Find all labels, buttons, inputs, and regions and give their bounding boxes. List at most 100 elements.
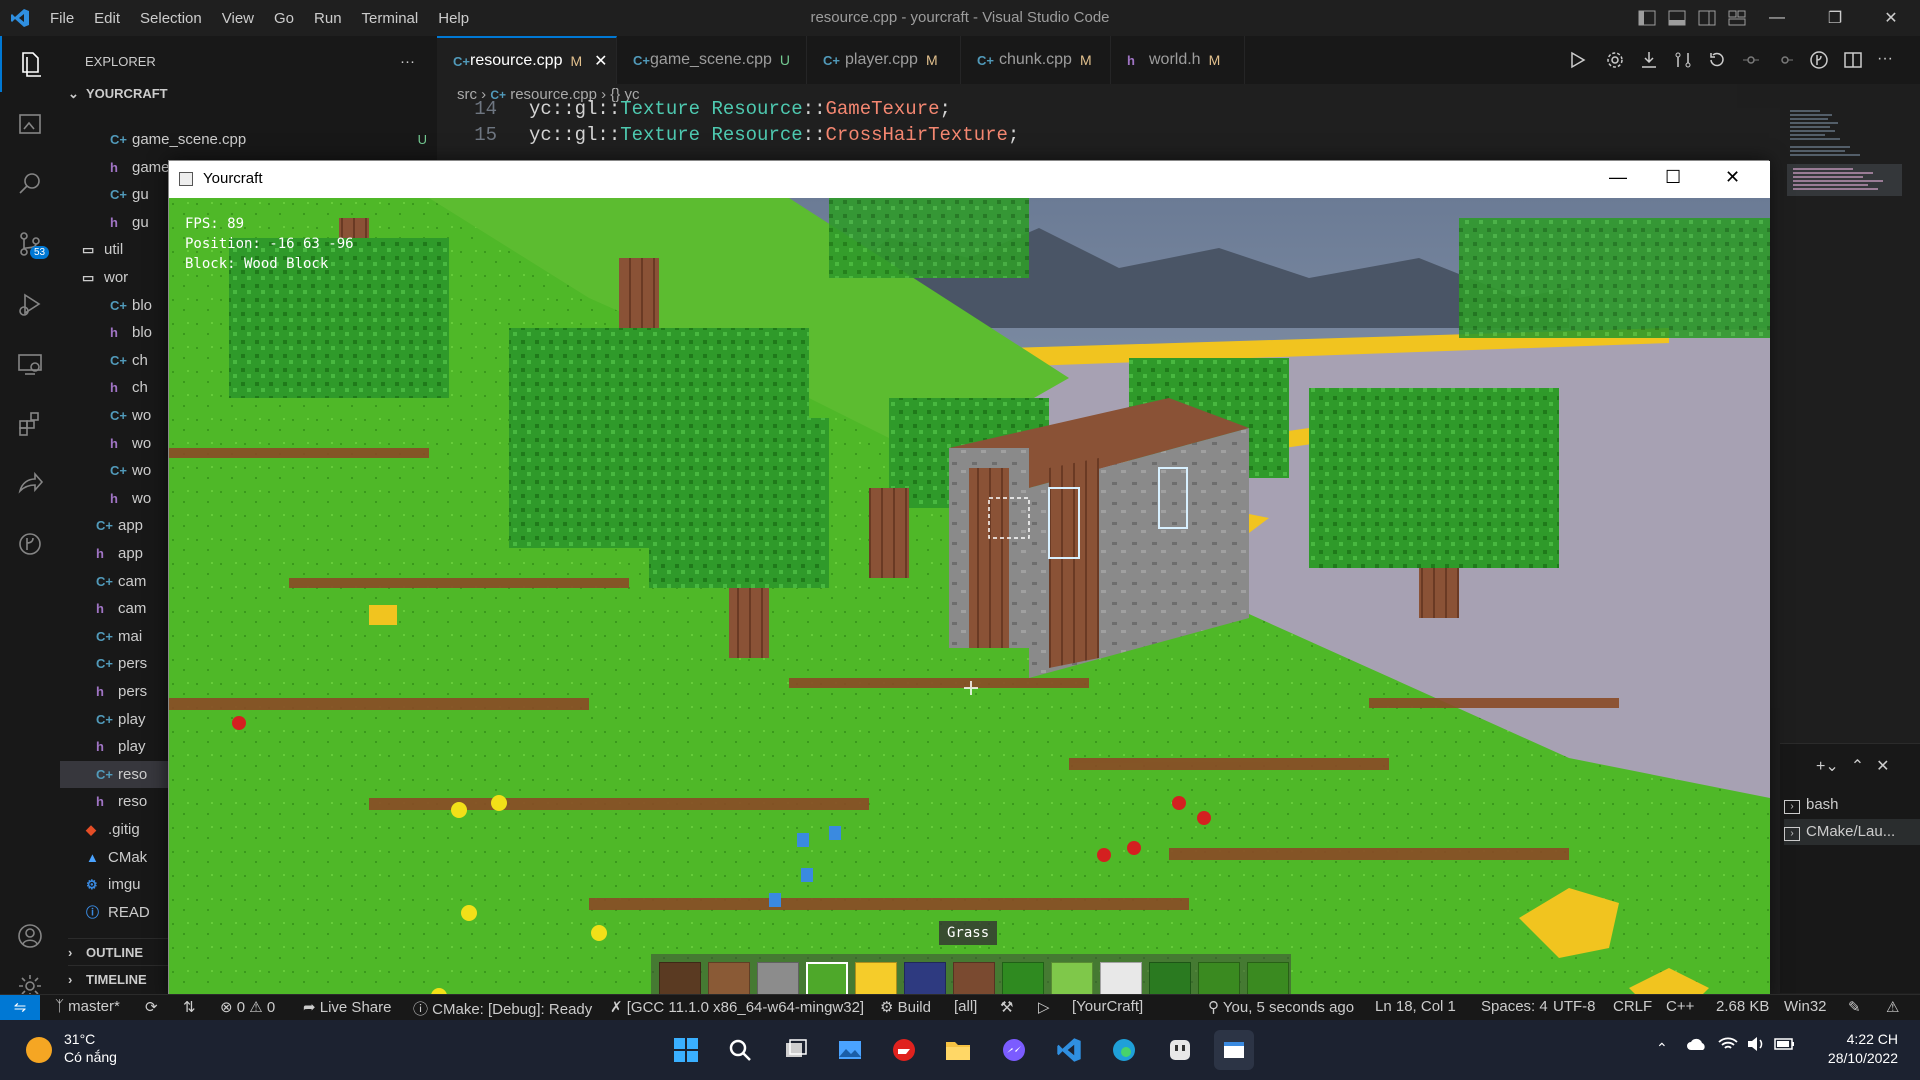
cursor-position[interactable]: Ln 18, Col 1 [1375,998,1456,1015]
notifications-icon[interactable]: ⚠ [1886,998,1899,1016]
hotbar-slot[interactable] [806,962,848,998]
hotbar-slot[interactable] [708,962,750,998]
launch-target[interactable]: [YourCraft] [1072,998,1143,1015]
game-viewport[interactable]: FPS: 89 Position: -16 63 -96 Block: Wood… [169,198,1770,998]
sync-icon[interactable]: ⟳ [145,998,158,1016]
cmake-kit[interactable]: ✗ [GCC 11.1.0 x86_64-w64-mingw32] [610,998,864,1016]
settings-icon[interactable] [1605,50,1625,70]
build-target[interactable]: [all] [954,998,977,1015]
terminal-item-cmake[interactable]: › CMake/Lau... [1784,819,1920,845]
previous-change-icon[interactable] [1741,50,1761,70]
live-share-button[interactable]: ➦ Live Share [303,998,391,1016]
hotbar-slot[interactable] [1051,962,1093,998]
maximize-panel-icon[interactable]: ⌃ [1851,756,1864,776]
game-minimize-button[interactable]: — [1609,167,1627,188]
restore-button[interactable]: ❐ [1806,0,1864,36]
hotbar-slot[interactable] [1149,962,1191,998]
close-button[interactable]: ✕ [1862,0,1920,36]
explorer-icon[interactable] [0,36,60,92]
download-icon[interactable] [1639,50,1659,70]
game-maximize-button[interactable]: ☐ [1665,167,1681,188]
terminal-item-bash[interactable]: › bash [1784,792,1920,818]
search-icon[interactable] [0,156,60,212]
minimize-button[interactable]: — [1748,0,1806,36]
tab-world-h[interactable]: h world.h M [1111,36,1245,84]
explorer-more-button[interactable]: ··· [400,48,430,75]
start-icon[interactable] [666,1030,706,1070]
debug-icon[interactable]: ⚒ [1000,998,1013,1016]
split-editor-icon[interactable] [1843,50,1863,70]
search-icon[interactable] [720,1030,760,1070]
more-actions-icon[interactable]: ··· [1877,50,1893,70]
end-of-line[interactable]: CRLF [1613,998,1652,1015]
new-terminal-icon[interactable]: +⌄ [1816,756,1839,776]
revert-icon[interactable] [1707,50,1727,70]
tab-game-scene-cpp[interactable]: C+ game_scene.cpp U [617,36,807,84]
remote-icon[interactable] [0,336,60,392]
extensions-icon[interactable] [0,396,60,452]
hotbar-slot[interactable] [953,962,995,998]
game-close-button[interactable]: ✕ [1725,167,1740,188]
launch-icon[interactable]: ▷ [1038,998,1050,1016]
hotbar-slot[interactable] [1247,962,1289,998]
task-view-icon[interactable] [776,1030,816,1070]
git-blame[interactable]: ⚲ You, 5 seconds ago [1208,998,1354,1016]
next-change-icon[interactable] [1775,50,1795,70]
problems-indicator[interactable]: ⊗ 0 ⚠ 0 [220,998,275,1016]
menu-selection[interactable]: Selection [130,10,212,27]
onedrive-icon[interactable] [1686,1036,1708,1055]
account-icon[interactable] [0,908,60,964]
wifi-icon[interactable] [1718,1036,1738,1055]
toggle-panel-icon[interactable] [1668,9,1686,27]
battery-icon[interactable] [1774,1036,1796,1055]
menu-edit[interactable]: Edit [84,10,130,27]
vscode-logo-icon[interactable] [0,0,40,36]
hotbar-slot[interactable] [1198,962,1240,998]
git-branch[interactable]: ᛉ master* [55,998,120,1015]
clock[interactable]: 4:22 CH 28/10/2022 [1818,1030,1898,1068]
git-lens-icon[interactable] [1809,50,1829,70]
messenger-icon[interactable] [994,1030,1034,1070]
tab-player-cpp[interactable]: C+ player.cpp M [807,36,961,84]
hotbar-slot[interactable] [757,962,799,998]
run-debug-icon[interactable] [0,276,60,332]
feedback-icon[interactable]: ✎ [1848,998,1861,1016]
menu-terminal[interactable]: Terminal [352,10,429,27]
volume-icon[interactable] [1746,1036,1766,1055]
customize-layout-icon[interactable] [1728,9,1746,27]
remote-explorer-icon[interactable] [0,96,60,152]
yourcraft-taskbar-icon[interactable] [1214,1030,1254,1070]
cmake-status[interactable]: ⓘ CMake: [Debug]: Ready [413,998,592,1019]
app-icon[interactable] [1160,1030,1200,1070]
close-tab-icon[interactable]: ✕ [594,51,607,71]
menu-help[interactable]: Help [428,10,479,27]
platform[interactable]: Win32 [1784,998,1827,1015]
file-explorer-icon[interactable] [938,1030,978,1070]
toggle-sidebar-icon[interactable] [1638,9,1656,27]
menu-run[interactable]: Run [304,10,352,27]
hotbar-slot[interactable] [904,962,946,998]
indentation[interactable]: Spaces: 4 [1481,998,1548,1015]
run-icon[interactable] [1569,50,1591,70]
hotbar-slot[interactable] [1002,962,1044,998]
hotbar-slot[interactable] [659,962,701,998]
language-mode[interactable]: C++ [1666,998,1694,1015]
hotbar-slot[interactable] [1100,962,1142,998]
source-control-icon[interactable]: 53 [0,216,60,272]
build-button[interactable]: ⚙ Build [880,998,931,1016]
hotbar-slot[interactable] [855,962,897,998]
file-tree-item[interactable]: C+ game_scene.cpp U [60,126,437,153]
menu-go[interactable]: Go [264,10,304,27]
compare-changes-icon[interactable] [1673,50,1693,70]
project-folder[interactable]: ⌄ YOURCRAFT [68,80,445,107]
publish-icon[interactable]: ⇅ [183,998,196,1016]
tab-resource-cpp[interactable]: C+ resource.cpp M ✕ [437,36,617,84]
menu-view[interactable]: View [212,10,264,27]
git-graph-icon[interactable] [0,516,60,572]
weather-widget[interactable]: 31°C Có nắng [64,1030,117,1066]
tab-chunk-cpp[interactable]: C+ chunk.cpp M [961,36,1111,84]
close-panel-icon[interactable]: ✕ [1876,756,1889,776]
garena-icon[interactable] [884,1030,924,1070]
minimap[interactable] [1785,108,1905,218]
toggle-secondary-sidebar-icon[interactable] [1698,9,1716,27]
